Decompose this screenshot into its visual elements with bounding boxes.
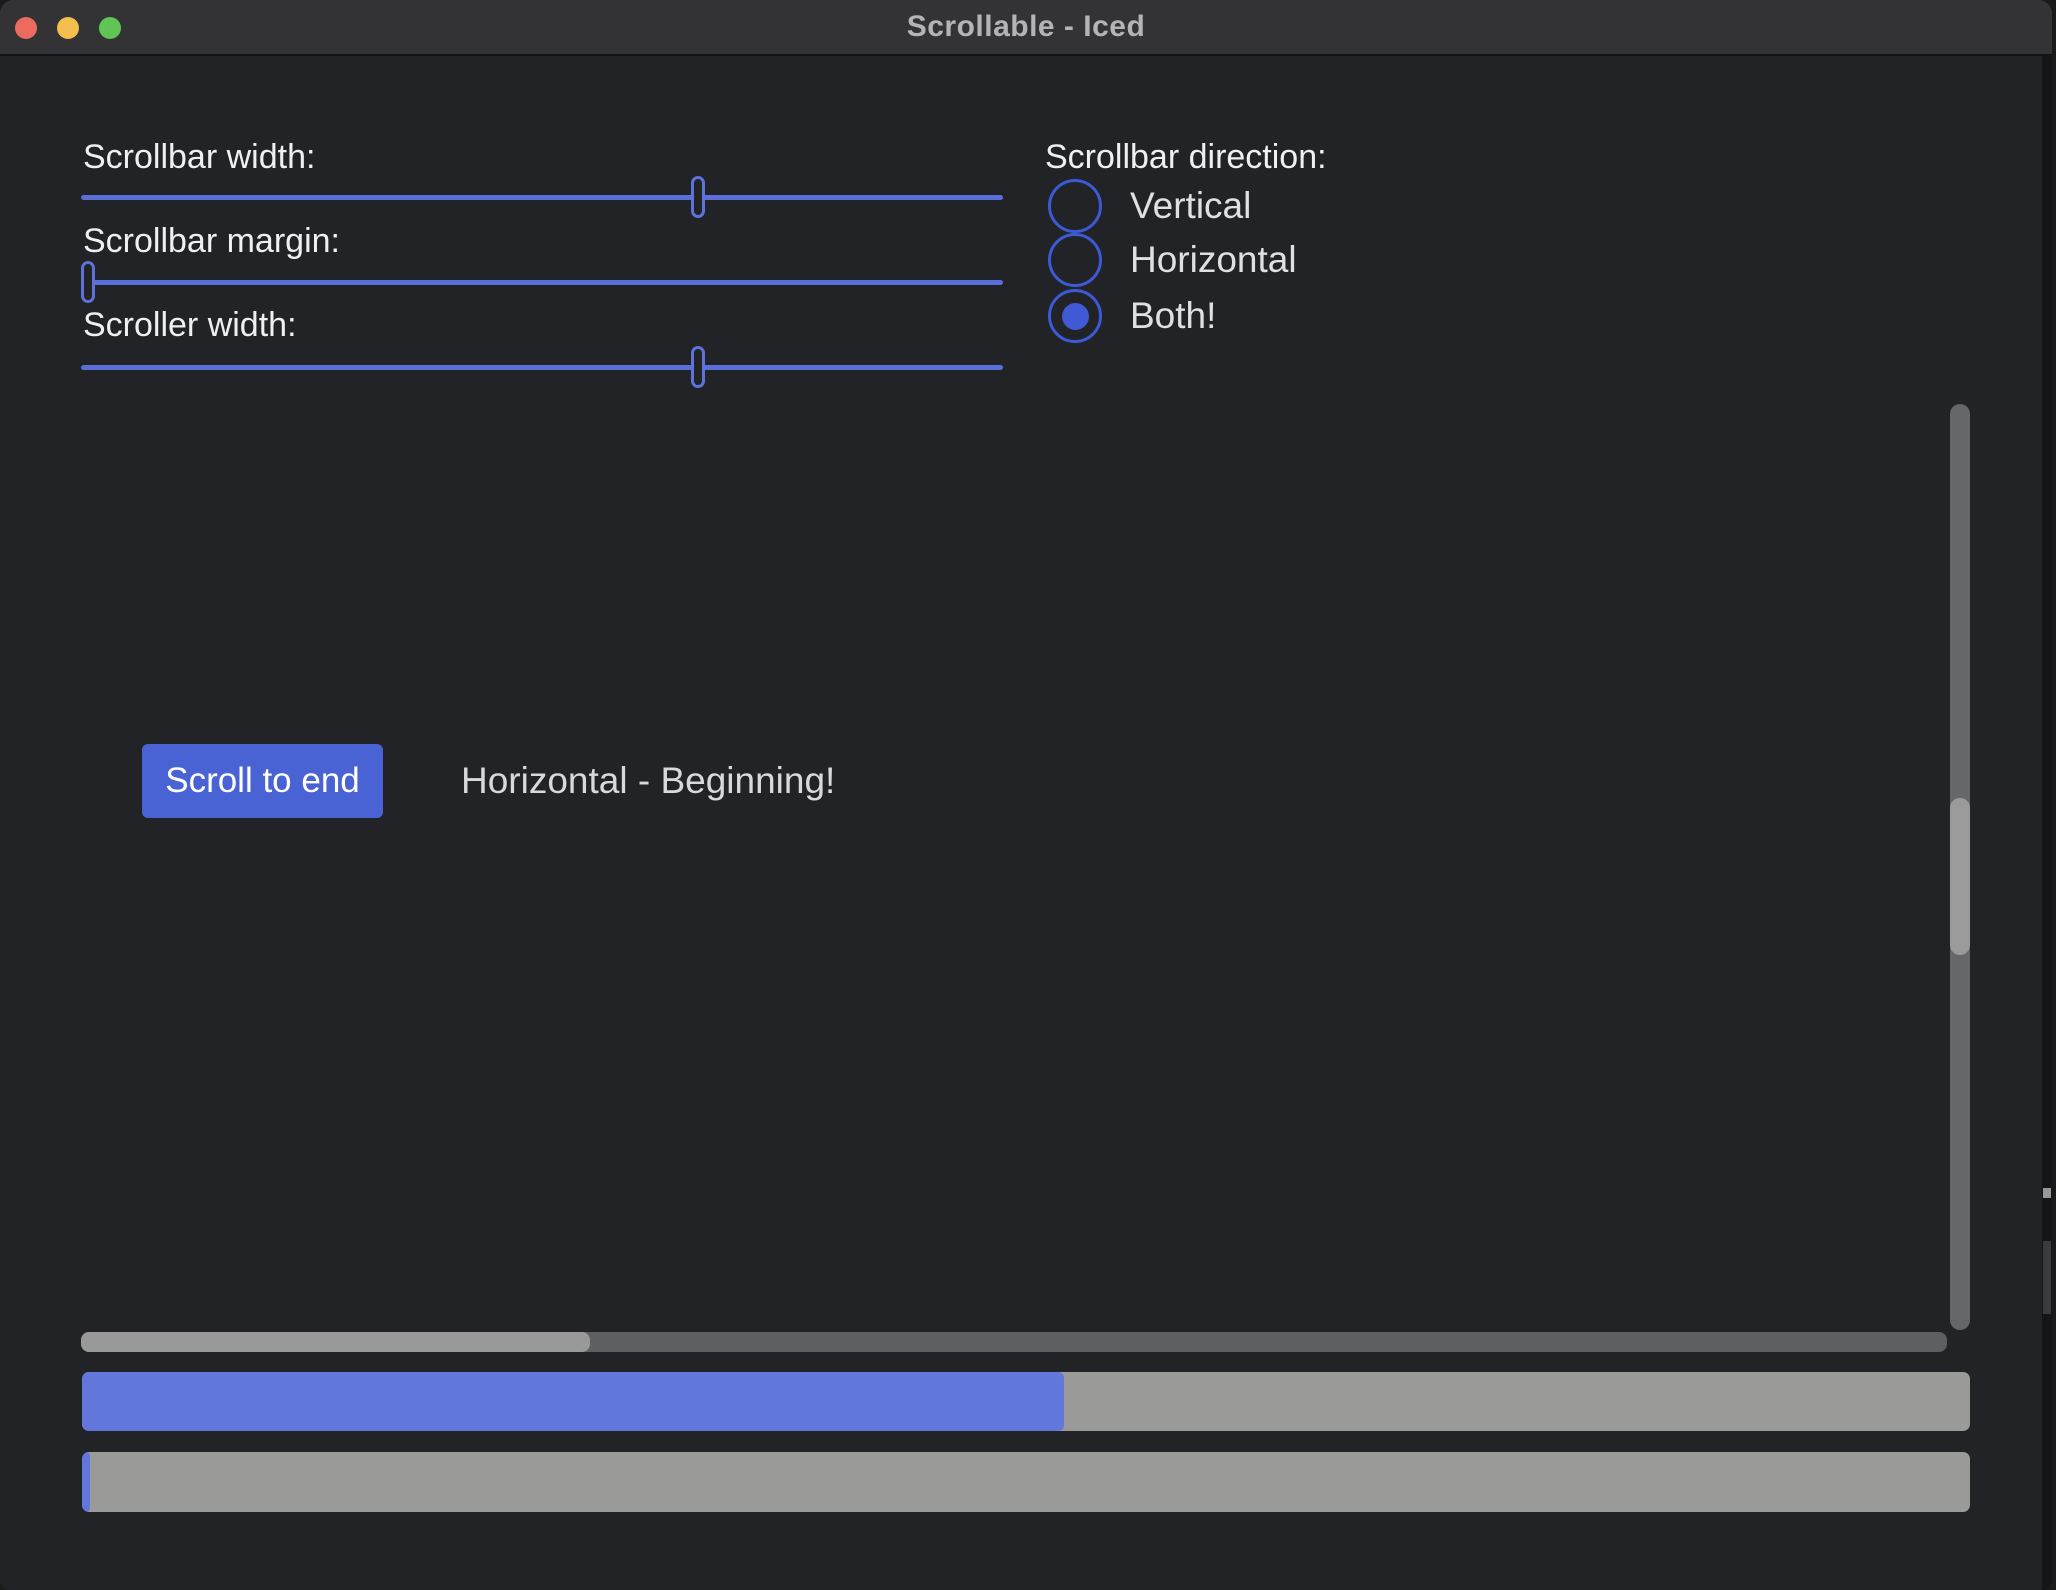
scroll-to-end-button[interactable]: Scroll to end xyxy=(142,744,383,818)
radio-vertical-label: Vertical xyxy=(1130,185,1251,227)
scrollbar-width-slider[interactable] xyxy=(81,195,1003,200)
outer-scrollbar-thumb[interactable] xyxy=(2043,1241,2051,1314)
radio-both[interactable]: Both! xyxy=(1048,289,1216,343)
vertical-progress-fill xyxy=(82,1372,1064,1431)
radio-both-label: Both! xyxy=(1130,295,1216,337)
scroll-status-text: Horizontal - Beginning! xyxy=(461,744,835,818)
horizontal-scrollbar-track[interactable] xyxy=(81,1332,1947,1352)
radio-vertical[interactable]: Vertical xyxy=(1048,179,1251,233)
vertical-scrollbar-track[interactable] xyxy=(1950,404,1970,1330)
window-right-edge xyxy=(2042,56,2052,1590)
vertical-progress-bar xyxy=(82,1372,1970,1431)
radio-both-circle[interactable] xyxy=(1048,289,1102,343)
app-window: Scrollable - Iced Scrollbar width: Scrol… xyxy=(0,0,2052,1590)
vertical-scrollbar-thumb[interactable] xyxy=(1950,798,1970,955)
outer-scrollbar-notch xyxy=(2043,1188,2051,1198)
scroller-width-slider-handle[interactable] xyxy=(691,346,705,388)
scrollbar-margin-slider-handle[interactable] xyxy=(81,261,95,303)
scroller-width-slider[interactable] xyxy=(81,365,1003,370)
horizontal-scrollbar-thumb[interactable] xyxy=(81,1332,590,1352)
scrollbar-margin-label: Scrollbar margin: xyxy=(83,222,340,261)
radio-horizontal-label: Horizontal xyxy=(1130,239,1297,281)
radio-both-dot xyxy=(1062,303,1089,330)
radio-horizontal-circle[interactable] xyxy=(1048,233,1102,287)
scrollbar-width-label: Scrollbar width: xyxy=(83,138,315,177)
radio-vertical-circle[interactable] xyxy=(1048,179,1102,233)
radio-horizontal[interactable]: Horizontal xyxy=(1048,233,1297,287)
scroller-width-label: Scroller width: xyxy=(83,306,297,345)
title-bar: Scrollable - Iced xyxy=(0,0,2052,56)
horizontal-progress-bar xyxy=(82,1452,1970,1512)
scrollbar-margin-slider[interactable] xyxy=(81,280,1003,285)
scrollbar-direction-label: Scrollbar direction: xyxy=(1045,138,1327,177)
window-title: Scrollable - Iced xyxy=(0,0,2052,54)
scrollbar-width-slider-handle[interactable] xyxy=(691,176,705,218)
horizontal-progress-fill xyxy=(82,1452,90,1512)
